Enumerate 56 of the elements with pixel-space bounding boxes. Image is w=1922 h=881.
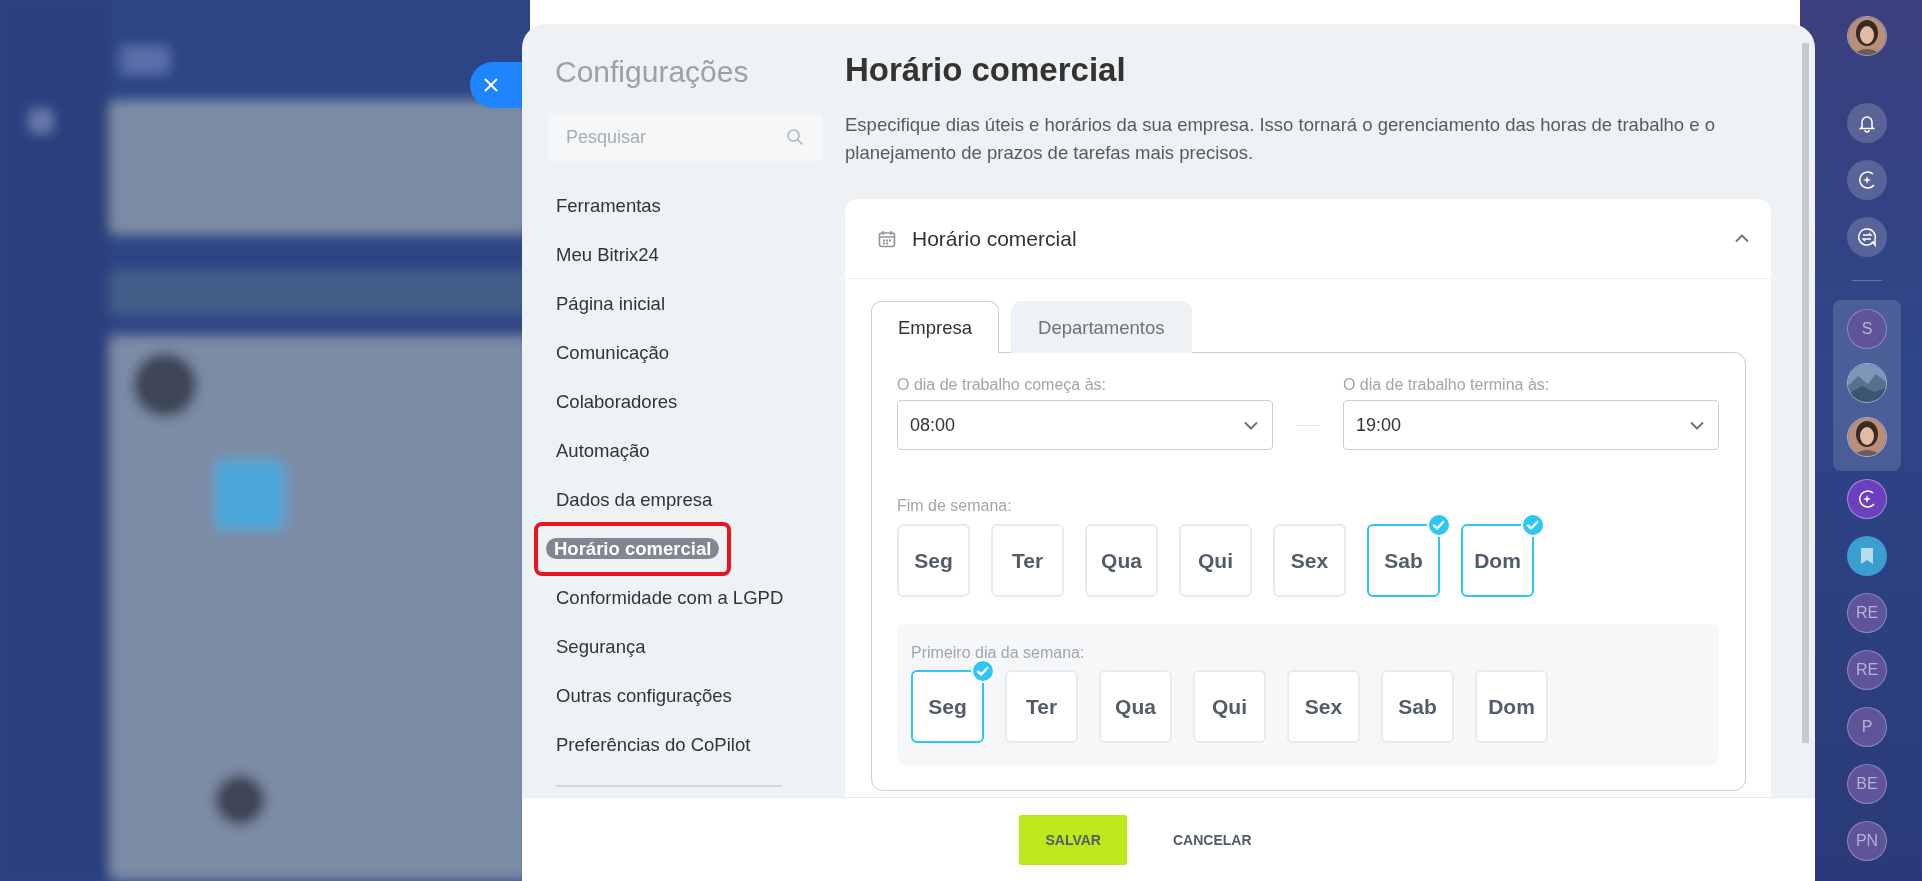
- sidebar-item[interactable]: Outras configurações: [548, 679, 740, 712]
- sidebar-item[interactable]: Segurança: [548, 630, 654, 663]
- section-label: Primeiro dia da semana:: [911, 643, 1085, 662]
- sidebar-item[interactable]: Horário comercial: [546, 537, 720, 559]
- day-option[interactable]: Sex: [1287, 670, 1360, 743]
- save-button[interactable]: SALVAR: [1019, 814, 1127, 865]
- day-option[interactable]: Qua: [1099, 670, 1172, 743]
- sidebar-item[interactable]: Colaboradores: [548, 385, 686, 418]
- day-toggle[interactable]: Sex: [1273, 524, 1346, 597]
- page-title: Horário comercial: [845, 50, 1126, 90]
- day-toggle[interactable]: Dom: [1461, 524, 1534, 597]
- sidebar-item[interactable]: Dados da empresa: [548, 483, 721, 516]
- day-option[interactable]: Seg: [911, 670, 984, 743]
- day-option[interactable]: Ter: [1005, 670, 1078, 743]
- tab[interactable]: Empresa: [871, 301, 1000, 353]
- field-label: O dia de trabalho termina às:: [1342, 375, 1551, 394]
- settings-title: Configurações: [555, 54, 749, 90]
- day-option[interactable]: Sab: [1381, 670, 1454, 743]
- scrollbar[interactable]: [1802, 43, 1809, 743]
- day-option[interactable]: Qui: [1193, 670, 1266, 743]
- close-icon: [484, 78, 498, 92]
- check-badge-icon: [971, 659, 995, 683]
- sidebar-item[interactable]: Preferências do CoPilot: [548, 728, 759, 761]
- check-badge-icon: [1521, 513, 1545, 537]
- section-label: Fim de semana:: [897, 496, 1012, 515]
- copilot-icon[interactable]: [1856, 169, 1878, 191]
- search-icon: [786, 128, 804, 146]
- card-title: Horário comercial: [912, 226, 1078, 251]
- chat-arrows-icon[interactable]: [1856, 226, 1878, 248]
- calendar-icon: [878, 229, 896, 248]
- chevron-down-icon: [1244, 420, 1259, 430]
- sidebar-item[interactable]: Automação: [548, 434, 658, 467]
- sidebar-item[interactable]: Meu Bitrix24: [548, 238, 667, 271]
- tab[interactable]: Departamentos: [1011, 301, 1192, 353]
- sidebar-item[interactable]: Página inicial: [548, 287, 673, 320]
- check-badge-icon: [1427, 513, 1451, 537]
- day-toggle[interactable]: Qui: [1179, 524, 1252, 597]
- sidebar-item[interactable]: Ferramentas: [548, 189, 669, 222]
- copilot-icon[interactable]: [1856, 488, 1878, 510]
- cancel-button[interactable]: CANCELAR: [1146, 814, 1278, 865]
- day-toggle[interactable]: Qua: [1085, 524, 1158, 597]
- sidebar-item[interactable]: Conformidade com a LGPD: [548, 581, 792, 614]
- close-button[interactable]: [470, 62, 522, 108]
- day-toggle[interactable]: Ter: [991, 524, 1064, 597]
- page-description: Especifique dias úteis e horários da sua empresa. Isso tornará o gerenciamento das horas de trabalho e o planejamento de prazos de tarefas mais precisos.: [845, 113, 1716, 165]
- bell-icon[interactable]: [1857, 113, 1877, 133]
- sidebar-item[interactable]: Comunicação: [548, 336, 678, 369]
- day-option[interactable]: Dom: [1475, 670, 1548, 743]
- chevron-down-icon: [1690, 420, 1704, 430]
- day-toggle[interactable]: Sab: [1367, 524, 1440, 597]
- chevron-up-icon[interactable]: [1735, 234, 1749, 243]
- time-select[interactable]: 08:00: [897, 400, 1274, 450]
- search-field[interactable]: Pesquisar: [548, 113, 822, 161]
- day-toggle[interactable]: Seg: [897, 524, 970, 597]
- field-label: O dia de trabalho começa às:: [897, 375, 1107, 394]
- time-select[interactable]: 19:00: [1342, 400, 1719, 450]
